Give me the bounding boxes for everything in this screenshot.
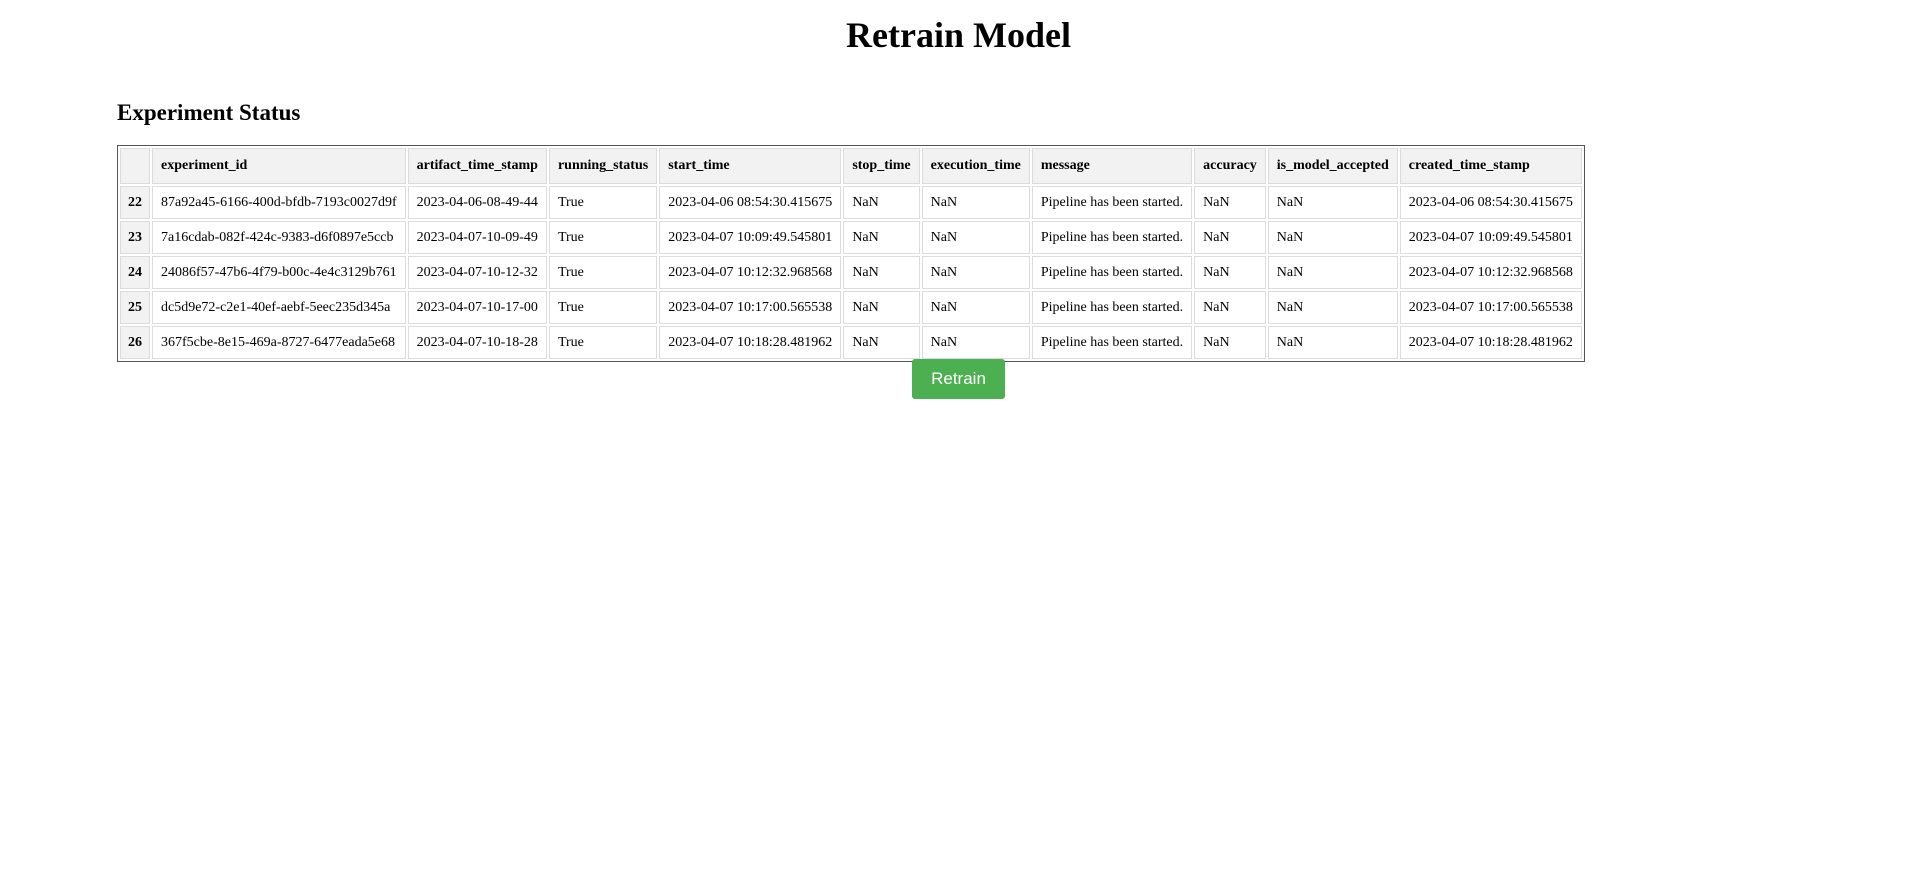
cell-accuracy: NaN bbox=[1194, 221, 1266, 254]
cell-stop-time: NaN bbox=[843, 326, 920, 359]
row-index: 26 bbox=[120, 326, 150, 359]
column-header-stop-time: stop_time bbox=[843, 148, 920, 184]
cell-message: Pipeline has been started. bbox=[1031, 221, 1193, 254]
table-header-row: experiment_id artifact_time_stamp runnin… bbox=[120, 148, 1582, 184]
cell-artifact-time-stamp: 2023-04-06-08-49-44 bbox=[407, 186, 547, 219]
cell-experiment-id: 87a92a45-6166-400d-bfdb-7193c0027d9f bbox=[152, 186, 406, 219]
table-body: 22 87a92a45-6166-400d-bfdb-7193c0027d9f 20… bbox=[120, 186, 1582, 359]
retrain-button-row: Retrain bbox=[0, 359, 1917, 399]
column-header-created-time-stamp: created_time_stamp bbox=[1399, 148, 1582, 184]
section-title: Experiment Status bbox=[117, 100, 301, 125]
table-row: 22 87a92a45-6166-400d-bfdb-7193c0027d9f 20… bbox=[120, 186, 1582, 219]
cell-start-time: 2023-04-07 10:09:49.545801 bbox=[659, 221, 842, 254]
column-header-artifact-time-stamp: artifact_time_stamp bbox=[407, 148, 547, 184]
column-header-is-model-accepted: is_model_accepted bbox=[1267, 148, 1398, 184]
column-header-accuracy: accuracy bbox=[1194, 148, 1266, 184]
cell-experiment-id: 24086f57-47b6-4f79-b00c-4e4c3129b761 bbox=[152, 256, 406, 289]
cell-running-status: True bbox=[548, 186, 658, 219]
cell-stop-time: NaN bbox=[843, 256, 920, 289]
table-row: 23 7a16cdab-082f-424c-9383-d6f0897e5ccb 20… bbox=[120, 221, 1582, 254]
cell-experiment-id: 367f5cbe-8e15-469a-8727-6477eada5e68 bbox=[152, 326, 406, 359]
cell-start-time: 2023-04-06 08:54:30.415675 bbox=[659, 186, 842, 219]
cell-artifact-time-stamp: 2023-04-07-10-12-32 bbox=[407, 256, 547, 289]
table-row: 25 dc5d9e72-c2e1-40ef-aebf-5eec235d345a 20… bbox=[120, 291, 1582, 324]
cell-execution-time: NaN bbox=[921, 221, 1030, 254]
cell-running-status: True bbox=[548, 221, 658, 254]
cell-accuracy: NaN bbox=[1194, 186, 1266, 219]
cell-experiment-id: 7a16cdab-082f-424c-9383-d6f0897e5ccb bbox=[152, 221, 406, 254]
row-index: 22 bbox=[120, 186, 150, 219]
cell-start-time: 2023-04-07 10:18:28.481962 bbox=[659, 326, 842, 359]
cell-accuracy: NaN bbox=[1194, 291, 1266, 324]
cell-is-model-accepted: NaN bbox=[1267, 326, 1398, 359]
cell-is-model-accepted: NaN bbox=[1267, 256, 1398, 289]
cell-created-time-stamp: 2023-04-07 10:12:32.968568 bbox=[1399, 256, 1582, 289]
cell-execution-time: NaN bbox=[921, 291, 1030, 324]
column-header-running-status: running_status bbox=[548, 148, 658, 184]
experiment-status-table-container: experiment_id artifact_time_stamp runnin… bbox=[117, 145, 1585, 362]
cell-running-status: True bbox=[548, 256, 658, 289]
cell-is-model-accepted: NaN bbox=[1267, 291, 1398, 324]
cell-start-time: 2023-04-07 10:12:32.968568 bbox=[659, 256, 842, 289]
cell-created-time-stamp: 2023-04-07 10:09:49.545801 bbox=[1399, 221, 1582, 254]
row-index: 25 bbox=[120, 291, 150, 324]
cell-artifact-time-stamp: 2023-04-07-10-09-49 bbox=[407, 221, 547, 254]
cell-is-model-accepted: NaN bbox=[1267, 186, 1398, 219]
experiment-status-table: experiment_id artifact_time_stamp runnin… bbox=[117, 145, 1585, 362]
cell-created-time-stamp: 2023-04-07 10:17:00.565538 bbox=[1399, 291, 1582, 324]
cell-stop-time: NaN bbox=[843, 186, 920, 219]
column-header-index bbox=[120, 148, 150, 184]
cell-start-time: 2023-04-07 10:17:00.565538 bbox=[659, 291, 842, 324]
cell-artifact-time-stamp: 2023-04-07-10-18-28 bbox=[407, 326, 547, 359]
cell-accuracy: NaN bbox=[1194, 326, 1266, 359]
cell-stop-time: NaN bbox=[843, 291, 920, 324]
cell-running-status: True bbox=[548, 291, 658, 324]
cell-message: Pipeline has been started. bbox=[1031, 326, 1193, 359]
cell-execution-time: NaN bbox=[921, 326, 1030, 359]
row-index: 23 bbox=[120, 221, 150, 254]
retrain-button[interactable]: Retrain bbox=[912, 359, 1005, 399]
cell-execution-time: NaN bbox=[921, 256, 1030, 289]
cell-execution-time: NaN bbox=[921, 186, 1030, 219]
cell-message: Pipeline has been started. bbox=[1031, 256, 1193, 289]
cell-running-status: True bbox=[548, 326, 658, 359]
table-row: 24 24086f57-47b6-4f79-b00c-4e4c3129b761 20… bbox=[120, 256, 1582, 289]
cell-created-time-stamp: 2023-04-07 10:18:28.481962 bbox=[1399, 326, 1582, 359]
column-header-start-time: start_time bbox=[659, 148, 842, 184]
page-title: Retrain Model bbox=[846, 15, 1071, 55]
cell-accuracy: NaN bbox=[1194, 256, 1266, 289]
cell-message: Pipeline has been started. bbox=[1031, 186, 1193, 219]
cell-created-time-stamp: 2023-04-06 08:54:30.415675 bbox=[1399, 186, 1582, 219]
column-header-message: message bbox=[1031, 148, 1193, 184]
table-row: 26 367f5cbe-8e15-469a-8727-6477eada5e68 20… bbox=[120, 326, 1582, 359]
column-header-execution-time: execution_time bbox=[921, 148, 1030, 184]
cell-stop-time: NaN bbox=[843, 221, 920, 254]
table-header: experiment_id artifact_time_stamp runnin… bbox=[120, 148, 1582, 184]
cell-is-model-accepted: NaN bbox=[1267, 221, 1398, 254]
row-index: 24 bbox=[120, 256, 150, 289]
cell-experiment-id: dc5d9e72-c2e1-40ef-aebf-5eec235d345a bbox=[152, 291, 406, 324]
cell-artifact-time-stamp: 2023-04-07-10-17-00 bbox=[407, 291, 547, 324]
cell-message: Pipeline has been started. bbox=[1031, 291, 1193, 324]
column-header-experiment-id: experiment_id bbox=[152, 148, 406, 184]
